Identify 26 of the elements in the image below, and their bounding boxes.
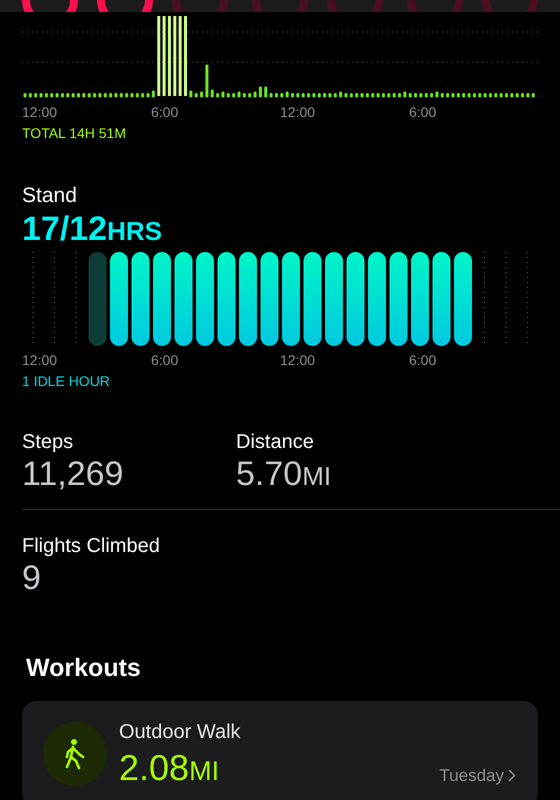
- axis-label: 12:00: [22, 351, 58, 370]
- workout-distance: 2.08MI: [119, 750, 220, 786]
- idle-summary: 1 IDLE HOUR: [22, 374, 111, 388]
- section-title: Workouts: [26, 656, 142, 681]
- axis-label: 12:00: [280, 103, 316, 122]
- axis-label: 6:00: [151, 351, 178, 370]
- ring-icon[interactable]: [95, 0, 155, 12]
- metric-value: 11,269: [22, 457, 124, 491]
- axis-label: 6:00: [151, 103, 178, 122]
- exercise-total: TOTAL 14H 51M: [22, 126, 128, 140]
- workout-name: Outdoor Walk: [119, 722, 242, 742]
- ring-icon[interactable]: [20, 0, 80, 12]
- axis-label: 12:00: [280, 351, 316, 370]
- axis-label: 6:00: [409, 351, 436, 370]
- metric-value: 5.70MI: [236, 457, 332, 491]
- chevron-icon: [508, 769, 516, 782]
- metric-label: Distance: [236, 432, 315, 452]
- metric-label: Steps: [22, 432, 74, 452]
- axis-label: 12:00: [22, 103, 58, 122]
- stand-value: 17/12HRS: [22, 212, 163, 246]
- axis-label: 6:00: [409, 103, 436, 122]
- workout-day: Tuesday: [439, 767, 504, 784]
- workout-card[interactable]: Outdoor Walk 2.08MI Tuesday: [22, 701, 538, 800]
- stand-title: Stand: [22, 185, 78, 206]
- metric-value: 9: [22, 561, 41, 595]
- metric-label: Flights Climbed: [22, 536, 161, 556]
